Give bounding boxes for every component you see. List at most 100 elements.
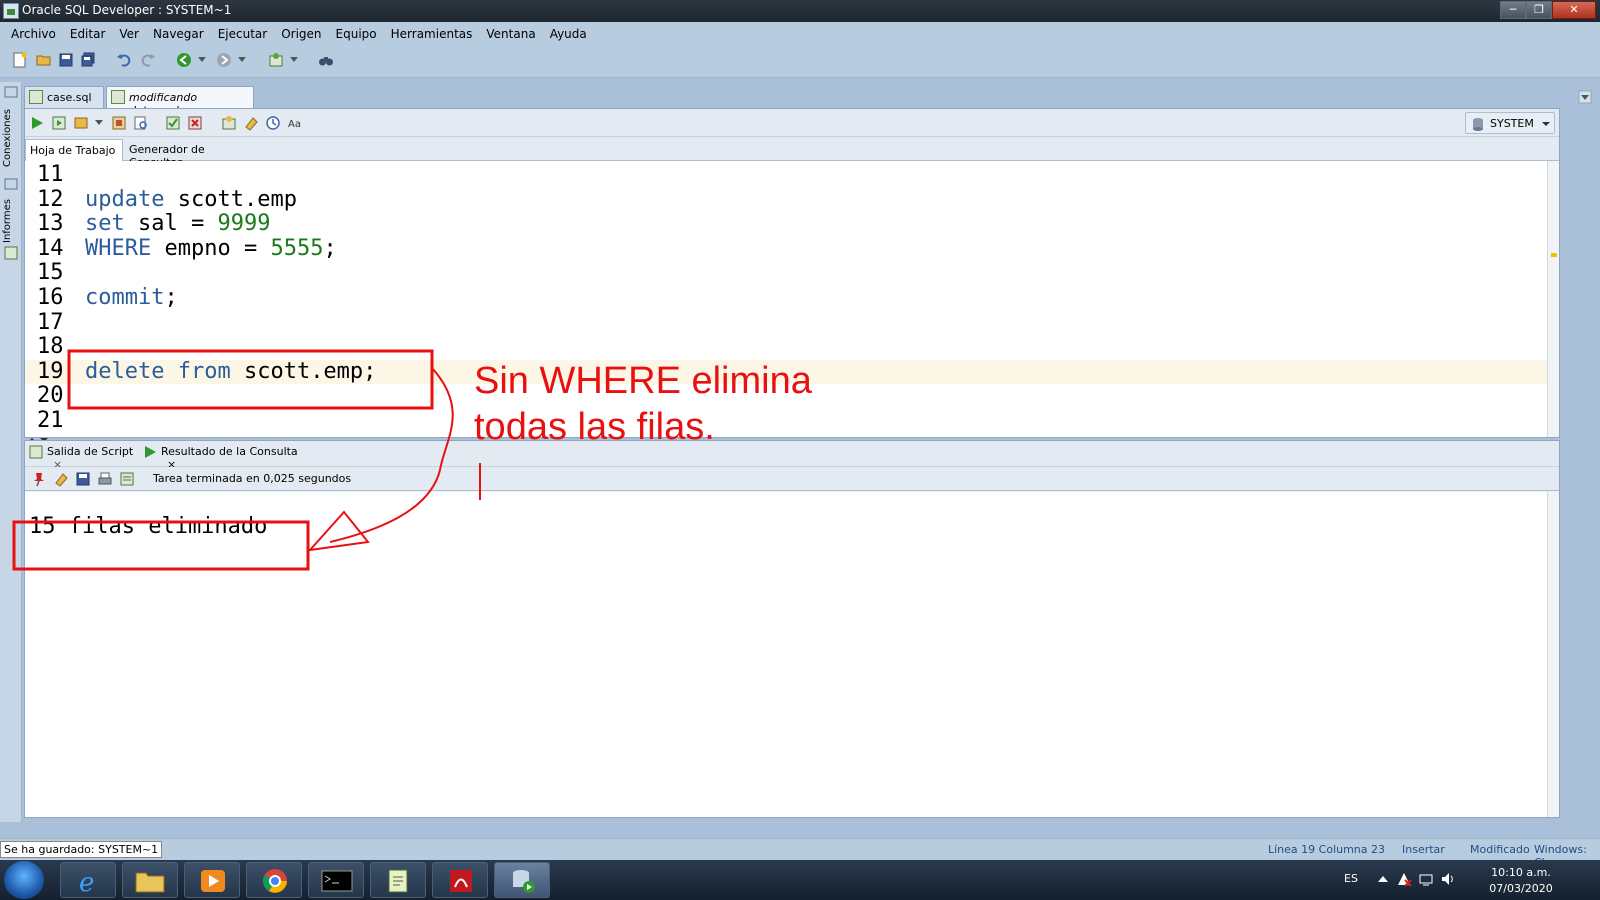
sql-keyword: from	[177, 358, 231, 384]
tab-resultado-de-la-consulta[interactable]: Resultado de la Consulta ×	[143, 445, 301, 471]
code-line[interactable]: 11	[25, 162, 1547, 188]
volume-icon[interactable]	[1440, 871, 1456, 887]
menu-ayuda[interactable]: Ayuda	[543, 27, 594, 41]
menu-ver[interactable]: Ver	[112, 27, 146, 41]
menu-archivo[interactable]: Archivo	[4, 27, 63, 41]
tab-conexiones[interactable]: Conexiones	[2, 106, 20, 170]
sql-history-icon[interactable]	[265, 115, 281, 131]
notepad-taskbar-button[interactable]	[370, 862, 426, 898]
scroll-up-arrow-icon[interactable]	[1550, 163, 1558, 171]
tab-label: case.sql	[47, 91, 92, 104]
tab-modificando-datos-sql[interactable]: modificando datos.sql ×	[106, 86, 254, 117]
network-icon[interactable]	[1418, 871, 1434, 887]
edit-mode[interactable]: Insertar	[1402, 843, 1445, 856]
autotrace-dropdown-icon[interactable]	[95, 117, 103, 127]
sql-keyword: delete	[85, 358, 165, 384]
redo-icon[interactable]	[140, 52, 156, 68]
run-statement-icon[interactable]	[29, 115, 45, 131]
script-output-area[interactable]: 15 filas eliminado	[25, 492, 1547, 817]
save-icon[interactable]	[58, 52, 74, 68]
action-center-icon[interactable]	[1396, 871, 1412, 887]
media-player-taskbar-button[interactable]	[184, 862, 240, 898]
binoculars-icon[interactable]	[318, 52, 334, 68]
chrome-taskbar-button[interactable]	[246, 862, 302, 898]
back-dropdown-icon[interactable]	[198, 54, 206, 64]
sql-tuning-icon[interactable]	[133, 115, 149, 131]
file-explorer-taskbar-button[interactable]	[122, 862, 178, 898]
code-line[interactable]: 15	[25, 261, 1547, 286]
code-text: WHERE empno = 5555;	[85, 236, 337, 262]
code-line[interactable]: 12 update scott.emp	[25, 187, 1547, 213]
clear-eraser-icon[interactable]	[53, 471, 69, 487]
output-vertical-scrollbar[interactable]	[1547, 492, 1559, 817]
left-side-strip: Conexiones Informes	[0, 82, 22, 822]
menu-editar[interactable]: Editar	[63, 27, 113, 41]
back-icon[interactable]	[176, 52, 192, 68]
code-line[interactable]: 14 WHERE empno = 5555;	[25, 236, 1547, 262]
connection-selector[interactable]: SYSTEM	[1465, 112, 1555, 134]
menu-equipo[interactable]: Equipo	[329, 27, 384, 41]
buffer-size-icon[interactable]	[119, 471, 135, 487]
code-line[interactable]: 16 commit;	[25, 285, 1547, 311]
menu-herramientas[interactable]: Herramientas	[384, 27, 480, 41]
code-line[interactable]: 13 set sal = 9999	[25, 211, 1547, 237]
open-folder-icon[interactable]	[36, 52, 52, 68]
to-upper-case-icon[interactable]: Aa	[287, 115, 303, 131]
language-indicator[interactable]: ES	[1344, 872, 1358, 885]
tab-salida-de-script[interactable]: Salida de Script ×	[29, 445, 139, 471]
minimize-button[interactable]: ─	[1500, 1, 1526, 19]
show-hidden-icons-icon[interactable]	[1378, 875, 1388, 883]
tab-case-sql[interactable]: case.sql ×	[24, 86, 104, 117]
code-line[interactable]: 18	[25, 335, 1547, 360]
cursor-position: Línea 19 Columna 23	[1268, 843, 1386, 856]
tab-generador-de-consultas[interactable]: Generador de Consultas	[125, 139, 265, 169]
rollback-icon[interactable]	[187, 115, 203, 131]
restore-window-icon[interactable]	[4, 86, 18, 98]
commit-icon[interactable]	[165, 115, 181, 131]
run-query-icon	[145, 446, 156, 458]
connection-name: SYSTEM	[1490, 117, 1534, 130]
sql-developer-taskbar-button[interactable]	[494, 862, 550, 898]
clock-time[interactable]: 10:10 a.m.	[1486, 866, 1556, 879]
tab-list-dropdown-icon[interactable]	[1578, 90, 1592, 104]
numeric-literal: 9999	[217, 211, 271, 237]
editor-vertical-scrollbar[interactable]	[1547, 161, 1559, 437]
clock-date[interactable]: 07/03/2020	[1486, 882, 1556, 895]
tab-informes[interactable]: Informes	[2, 196, 20, 246]
new-file-icon[interactable]	[12, 52, 28, 68]
unshared-sql-icon[interactable]	[221, 115, 237, 131]
undo-icon[interactable]	[116, 52, 132, 68]
acrobat-taskbar-button[interactable]	[432, 862, 488, 898]
close-button[interactable]: ✕	[1552, 1, 1596, 19]
sql-developer-app-icon	[3, 3, 19, 19]
tab-label: Salida de Script	[47, 445, 134, 458]
autotrace-icon[interactable]	[73, 115, 89, 131]
restore-window-icon[interactable]	[4, 178, 18, 190]
menu-ejecutar[interactable]: Ejecutar	[211, 27, 275, 41]
print-icon[interactable]	[97, 471, 113, 487]
tab-hoja-de-trabajo[interactable]: Hoja de Trabajo	[25, 139, 123, 161]
command-prompt-taskbar-button[interactable]	[308, 862, 364, 898]
worksheet-dropdown-icon[interactable]	[290, 54, 298, 64]
maximize-button[interactable]: ❐	[1526, 1, 1552, 19]
menu-navegar[interactable]: Navegar	[146, 27, 211, 41]
save-icon[interactable]	[75, 471, 91, 487]
reports-icon[interactable]	[4, 246, 18, 260]
start-button[interactable]	[4, 861, 44, 899]
code-line[interactable]: 17	[25, 310, 1547, 336]
script-output-text: 15 filas eliminado	[29, 514, 268, 539]
menu-origen[interactable]: Origen	[274, 27, 328, 41]
forward-dropdown-icon[interactable]	[238, 54, 246, 64]
clear-eraser-icon[interactable]	[243, 115, 259, 131]
pin-icon[interactable]	[31, 471, 47, 487]
sql-worksheet-icon[interactable]	[268, 52, 284, 68]
menu-ventana[interactable]: Ventana	[479, 27, 542, 41]
internet-explorer-taskbar-button[interactable]: e	[60, 862, 116, 898]
forward-icon[interactable]	[216, 52, 232, 68]
save-all-icon[interactable]	[80, 52, 96, 68]
menu-bar: Archivo Editar Ver Navegar Ejecutar Orig…	[0, 22, 1600, 46]
code-text: commit;	[85, 285, 178, 311]
run-script-icon[interactable]	[51, 115, 67, 131]
explain-plan-icon[interactable]	[111, 115, 127, 131]
